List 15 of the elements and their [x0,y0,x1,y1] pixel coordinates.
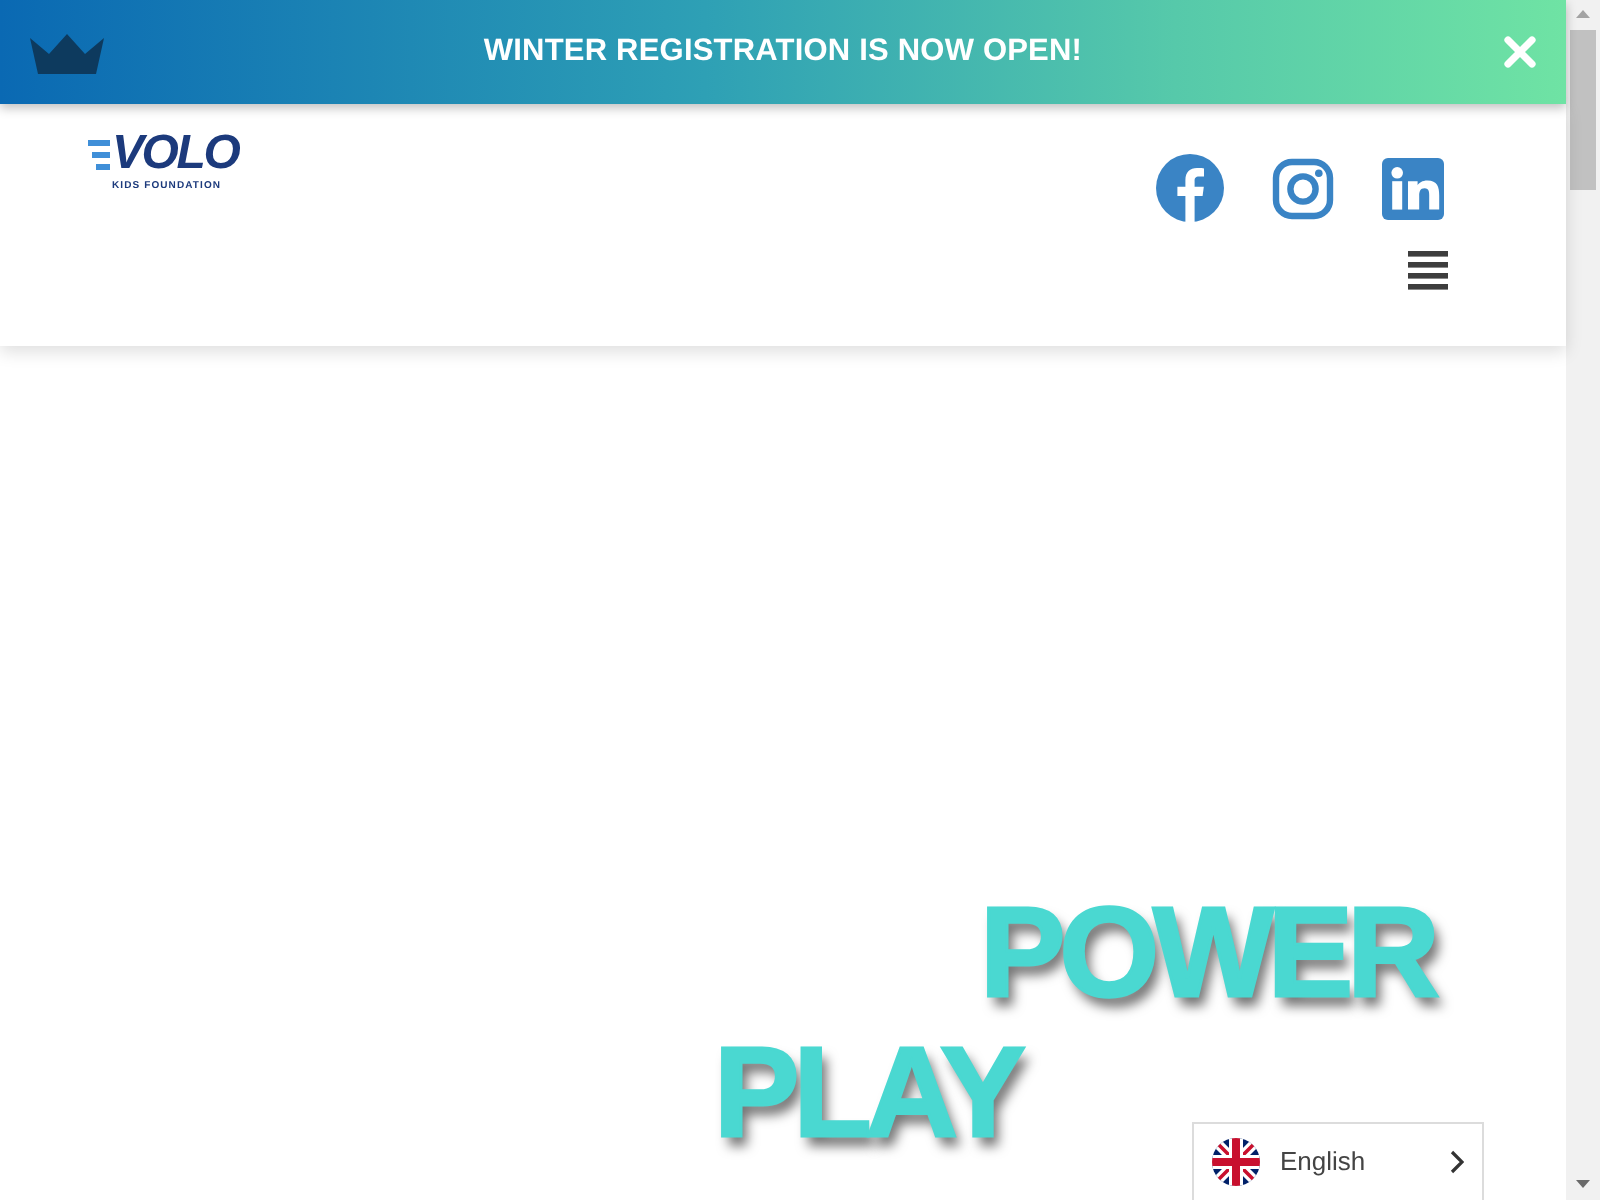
facebook-icon[interactable] [1156,154,1224,222]
hero-title-line: PLAY [714,1028,1020,1156]
logo-wordmark[interactable]: VOLO [112,130,239,178]
language-selector[interactable]: English [1192,1122,1484,1200]
scrollbar-thumb[interactable] [1570,30,1596,190]
chevron-right-icon [1450,1150,1464,1174]
announcement-text: WINTER REGISTRATION IS NOW OPEN! [483,32,1083,73]
speed-lines-icon [88,139,110,169]
flag-icon [1212,1138,1260,1186]
crown-icon [30,31,104,73]
instagram-icon[interactable] [1272,157,1334,219]
scrollbar[interactable] [1566,0,1600,1200]
hero-title-line: POWER [980,888,1434,1016]
menu-icon[interactable] [1408,250,1448,290]
linkedin-icon[interactable] [1382,157,1444,219]
